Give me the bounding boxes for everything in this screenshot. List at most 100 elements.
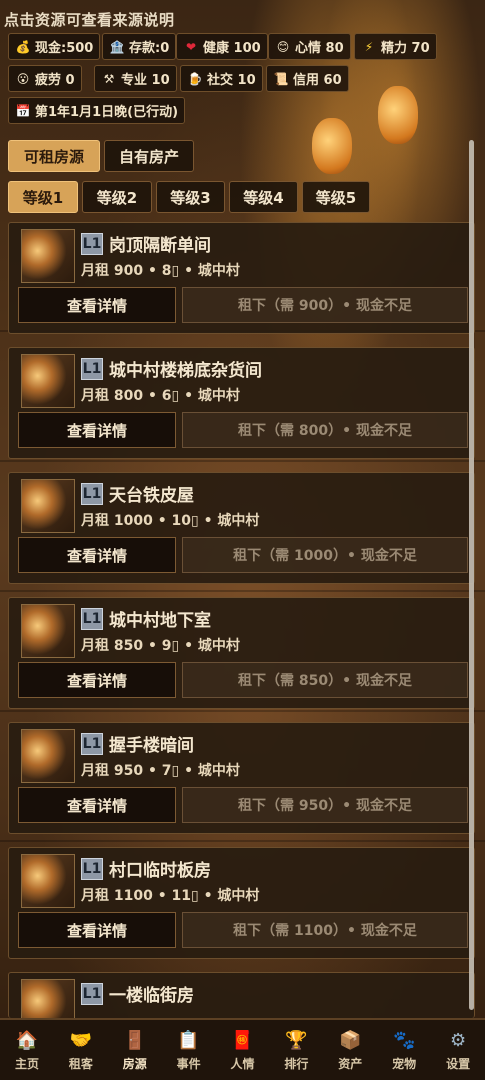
view-details-button[interactable]: 查看详情 [18, 287, 176, 323]
nav-label: 房源 [122, 1056, 147, 1071]
home-icon: 🏠 [15, 1029, 39, 1051]
nav-events[interactable]: 📋 事件 [162, 1020, 216, 1080]
gear-icon: ⚙ [450, 1029, 467, 1051]
stat-label: 疲劳 0 [35, 73, 75, 88]
tired-face-icon: 😮 [16, 71, 30, 86]
level-badge: L1 [81, 233, 103, 255]
listing-name: 握手楼暗间 [109, 736, 194, 756]
room-thumbnail [21, 604, 75, 658]
stat-credit[interactable]: 📜 信用 60 [266, 65, 349, 92]
listing-card[interactable]: L1 天台铁皮屋 月租 1000 • 10▯ • 城中村 查看详情 租下（需 1… [8, 472, 475, 584]
level-tab-2[interactable]: 等级2 [82, 181, 152, 213]
rent-button[interactable]: 租下（需 800）• 现金不足 [182, 412, 468, 448]
tab-rentable[interactable]: 可租房源 [8, 140, 100, 172]
beer-icon: 🍺 [187, 71, 203, 86]
nav-home[interactable]: 🏠 主页 [0, 1020, 54, 1080]
tools-icon: ⚒ [103, 71, 115, 86]
stat-cash[interactable]: 💰 现金:500 [8, 33, 101, 60]
money-bag-icon: 💰 [15, 39, 31, 54]
listing-name: 城中村地下室 [109, 611, 211, 631]
nav-label: 事件 [176, 1056, 201, 1071]
level-badge: L1 [81, 733, 103, 755]
rent-button[interactable]: 租下（需 950）• 现金不足 [182, 787, 468, 823]
handshake-icon: 🤝 [69, 1029, 93, 1051]
listing-card[interactable]: L1 城中村楼梯底杂货间 月租 800 • 6▯ • 城中村 查看详情 租下（需… [8, 347, 475, 459]
listing-info: 月租 1000 • 10▯ • 城中村 [81, 513, 260, 529]
door-icon: 🚪 [123, 1029, 146, 1051]
level-badge: L1 [81, 483, 103, 505]
date-display: 📅 第1年1月1日晚(已行动) [8, 97, 186, 124]
nav-pets[interactable]: 🐾 宠物 [377, 1020, 431, 1080]
view-details-button[interactable]: 查看详情 [18, 537, 176, 573]
nav-settings[interactable]: ⚙ 设置 [431, 1020, 485, 1080]
nav-label: 宠物 [392, 1056, 417, 1071]
stat-label: 信用 60 [293, 73, 342, 88]
red-envelope-icon: 🧧 [231, 1029, 254, 1051]
listing-name: 天台铁皮屋 [109, 486, 194, 506]
bank-icon: 🏦 [109, 39, 125, 54]
listing-info: 月租 850 • 9▯ • 城中村 [81, 638, 240, 654]
level-tab-3[interactable]: 等级3 [156, 181, 225, 213]
nav-listings[interactable]: 🚪 房源 [108, 1020, 162, 1080]
nav-label: 人情 [230, 1056, 255, 1071]
level-tab-1[interactable]: 等级1 [8, 181, 78, 213]
rent-button[interactable]: 租下（需 1000）• 现金不足 [182, 537, 468, 573]
rent-button[interactable]: 租下（需 1100）• 现金不足 [182, 912, 468, 948]
view-details-button[interactable]: 查看详情 [18, 912, 176, 948]
listing-name: 城中村楼梯底杂货间 [109, 361, 262, 381]
stat-social[interactable]: 🍺 社交 10 [180, 65, 263, 92]
listing-card[interactable]: L1 城中村地下室 月租 850 • 9▯ • 城中村 查看详情 租下（需 85… [8, 597, 475, 709]
bottom-navigation: 🏠 主页 🤝 租客 🚪 房源 📋 事件 🧧 人情 🏆 排行 📦 资产 🐾 宠物 … [0, 1018, 485, 1080]
stat-health[interactable]: ❤ 健康 100 [176, 33, 268, 60]
listing-card[interactable]: L1 一楼临街房 [8, 972, 475, 1033]
room-thumbnail [21, 354, 75, 408]
level-badge: L1 [81, 608, 103, 630]
stat-mood[interactable]: 😊 心情 80 [268, 33, 351, 60]
room-thumbnail [21, 229, 75, 283]
nav-ranking[interactable]: 🏆 排行 [269, 1020, 323, 1080]
scrollbar[interactable] [469, 140, 474, 1010]
rent-button[interactable]: 租下（需 850）• 现金不足 [182, 662, 468, 698]
stat-label: 精力 70 [381, 41, 430, 56]
level-tab-4[interactable]: 等级4 [229, 181, 298, 213]
room-thumbnail [21, 479, 75, 533]
listing-info: 月租 900 • 8▯ • 城中村 [81, 263, 240, 279]
view-details-button[interactable]: 查看详情 [18, 662, 176, 698]
nav-tenants[interactable]: 🤝 租客 [54, 1020, 108, 1080]
level-tab-5[interactable]: 等级5 [302, 181, 370, 213]
resource-hint: 点击资源可查看来源说明 [4, 11, 175, 29]
listing-card[interactable]: L1 岗顶隔断单间 月租 900 • 8▯ • 城中村 查看详情 租下（需 90… [8, 222, 475, 334]
scroll-icon: 📜 [273, 71, 289, 86]
listing-info: 月租 800 • 6▯ • 城中村 [81, 388, 240, 404]
stat-fatigue[interactable]: 😮 疲劳 0 [8, 65, 82, 92]
tab-owned[interactable]: 自有房产 [104, 140, 194, 172]
level-badge: L1 [81, 983, 103, 1005]
listing-card[interactable]: L1 村口临时板房 月租 1100 • 11▯ • 城中村 查看详情 租下（需 … [8, 847, 475, 959]
stat-label: 现金:500 [35, 41, 94, 56]
nav-favors[interactable]: 🧧 人情 [216, 1020, 270, 1080]
stat-energy[interactable]: ⚡ 精力 70 [354, 33, 437, 60]
listing-name: 村口临时板房 [109, 861, 211, 881]
stat-deposit[interactable]: 🏦 存款:0 [102, 33, 177, 60]
listing-card[interactable]: L1 握手楼暗间 月租 950 • 7▯ • 城中村 查看详情 租下（需 950… [8, 722, 475, 834]
stat-skill[interactable]: ⚒ 专业 10 [94, 65, 177, 92]
stat-label: 健康 100 [203, 41, 261, 56]
nav-label: 主页 [14, 1056, 39, 1071]
rent-button[interactable]: 租下（需 900）• 现金不足 [182, 287, 468, 323]
listing-info: 月租 950 • 7▯ • 城中村 [81, 763, 240, 779]
listing-info: 月租 1100 • 11▯ • 城中村 [81, 888, 260, 904]
listing-name: 一楼临街房 [109, 986, 194, 1006]
clipboard-icon: 📋 [177, 1029, 200, 1051]
scrollbar-thumb[interactable] [469, 140, 474, 1010]
room-thumbnail [21, 854, 75, 908]
calendar-icon: 📅 [15, 103, 31, 118]
box-icon: 📦 [339, 1029, 362, 1051]
smile-icon: 😊 [276, 39, 290, 54]
view-details-button[interactable]: 查看详情 [18, 412, 176, 448]
paw-icon: 🐾 [392, 1029, 416, 1051]
nav-label: 租客 [68, 1056, 93, 1071]
trophy-icon: 🏆 [285, 1029, 308, 1051]
nav-assets[interactable]: 📦 资产 [323, 1020, 377, 1080]
view-details-button[interactable]: 查看详情 [18, 787, 176, 823]
heart-icon: ❤ [185, 39, 197, 54]
